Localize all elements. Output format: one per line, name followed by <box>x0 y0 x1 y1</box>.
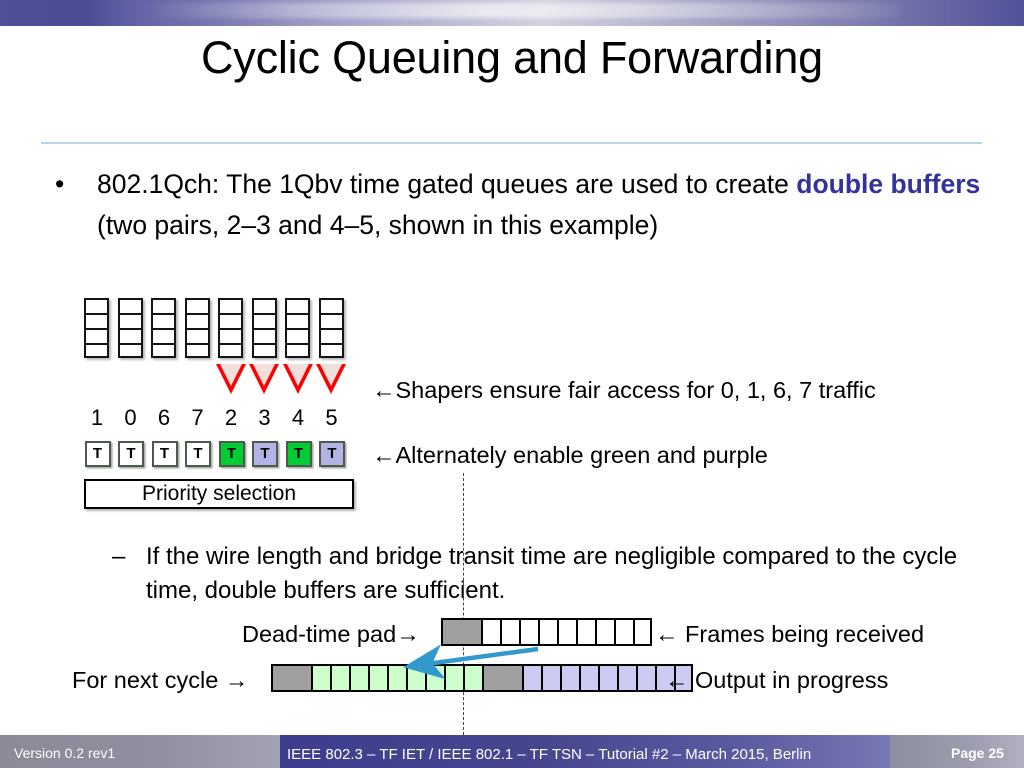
queue-column <box>318 298 344 358</box>
queue-cell <box>318 313 344 328</box>
priority-number: 6 <box>157 405 171 430</box>
queue-cell <box>84 313 109 328</box>
bullet-marker: • <box>55 169 65 199</box>
queue-column <box>285 298 310 358</box>
output-progress-label: ← Output in progress <box>665 667 889 693</box>
queue-cell <box>285 328 310 343</box>
cycle-transfer-arrow <box>390 640 550 685</box>
cycle-boundary-line <box>463 473 464 735</box>
sub-bullet: – If the wire length and bridge transit … <box>112 540 992 608</box>
transmission-gate-white[interactable]: T <box>84 441 111 467</box>
footer-version: Version 0.2 rev1 <box>14 745 116 761</box>
frame-cell-gray <box>271 664 311 692</box>
queue-cell <box>318 343 344 358</box>
frame-cell-green <box>349 664 368 692</box>
footer-page-number: Page 25 <box>951 745 1004 761</box>
queue-cell <box>251 328 277 343</box>
queue-cell <box>218 328 243 343</box>
queue-cell <box>151 328 176 343</box>
title-band-gloss <box>140 3 900 18</box>
queue-cell <box>84 298 109 313</box>
priority-number: 2 <box>224 405 238 430</box>
page-title: Cyclic Queuing and Forwarding <box>200 32 823 83</box>
frame-cell-white <box>614 618 633 646</box>
queue-cell <box>84 343 109 358</box>
queue-cell <box>251 343 277 358</box>
frames-received-label: ← Frames being received <box>655 621 925 647</box>
sub-bullet-text: If the wire length and bridge transit ti… <box>146 543 958 604</box>
queue-column <box>84 298 109 358</box>
queue-cell <box>285 298 310 313</box>
queue-cell <box>184 343 210 358</box>
frame-cell-purple <box>560 664 579 692</box>
title-band <box>0 0 1024 26</box>
frame-cell-purple <box>579 664 598 692</box>
frame-cell-purple <box>617 664 636 692</box>
queue-cell <box>117 313 143 328</box>
for-next-cycle-label: For next cycle → <box>72 667 249 693</box>
priority-number: 5 <box>325 405 338 430</box>
queue-column <box>184 298 210 358</box>
queue-cell <box>218 313 243 328</box>
queue-cell <box>184 313 210 328</box>
frame-cell-white <box>557 618 576 646</box>
shaper-triangle-fill <box>286 364 309 386</box>
shaper-triangle-fill <box>253 364 275 386</box>
priority-number: 3 <box>258 405 271 430</box>
transmission-gate-white[interactable]: T <box>151 441 178 467</box>
footer-center-text: IEEE 802.3 – TF IET / IEEE 802.1 – TF TS… <box>287 746 812 763</box>
bullet-text-part1: 802.1Qch: The 1Qbv time gated queues are… <box>97 169 797 199</box>
divider <box>41 142 982 144</box>
annotation-shapers: ←Shapers ensure fair access for 0, 1, 6,… <box>372 377 876 403</box>
queue-cell <box>285 313 310 328</box>
frame-cell-white <box>595 618 614 646</box>
bullet-emphasis: double buffers <box>796 169 981 199</box>
queue-cell <box>218 343 243 358</box>
queue-cell <box>318 328 344 343</box>
priority-number: 4 <box>291 405 305 430</box>
main-bullet: • 802.1Qch: The 1Qbv time gated queues a… <box>55 164 985 246</box>
transmission-gate-purple[interactable]: T <box>319 441 345 467</box>
queue-cell <box>218 298 243 313</box>
priority-number: 7 <box>191 405 204 430</box>
transmission-gate-green[interactable]: T <box>285 441 312 467</box>
shaper-triangle-fill <box>219 364 242 386</box>
queue-cell <box>151 313 176 328</box>
sub-bullet-marker: – <box>112 543 126 570</box>
frame-cell-white <box>576 618 595 646</box>
queue-cell <box>151 343 176 358</box>
transmission-gate-white[interactable]: T <box>185 441 211 467</box>
transmission-gate-green[interactable]: T <box>218 441 245 467</box>
queue-cell <box>251 313 277 328</box>
queue-column <box>117 298 143 358</box>
queue-column <box>151 298 176 358</box>
frame-cell-white <box>633 618 652 646</box>
queue-column <box>218 298 243 358</box>
queue-cell <box>184 298 210 313</box>
queue-cell <box>151 298 176 313</box>
queue-cell <box>184 328 210 343</box>
frame-cell-green <box>330 664 349 692</box>
bullet-text: 802.1Qch: The 1Qbv time gated queues are… <box>97 164 985 246</box>
frame-cell-green <box>368 664 387 692</box>
queue-cell <box>84 328 109 343</box>
queue-cell <box>251 298 277 313</box>
queue-cell <box>117 343 143 358</box>
shaper-triangle-fill <box>320 364 342 386</box>
queue-cell <box>318 298 344 313</box>
queue-cell <box>117 328 143 343</box>
transmission-gate-white[interactable]: T <box>118 441 144 467</box>
queue-cell <box>285 343 310 358</box>
priority-number: 0 <box>124 405 137 430</box>
frame-cell-purple <box>598 664 617 692</box>
queue-cell <box>117 298 143 313</box>
frame-cell-purple <box>636 664 655 692</box>
transmission-gate-purple[interactable]: T <box>252 441 278 467</box>
queue-column <box>251 298 277 358</box>
annotation-alternate: ←Alternately enable green and purple <box>372 442 768 468</box>
priority-number: 1 <box>90 405 104 430</box>
bullet-text-part2: (two pairs, 2–3 and 4–5, shown in this e… <box>97 210 659 240</box>
frame-cell-green <box>311 664 330 692</box>
priority-selection-box: Priority selection <box>84 479 354 509</box>
